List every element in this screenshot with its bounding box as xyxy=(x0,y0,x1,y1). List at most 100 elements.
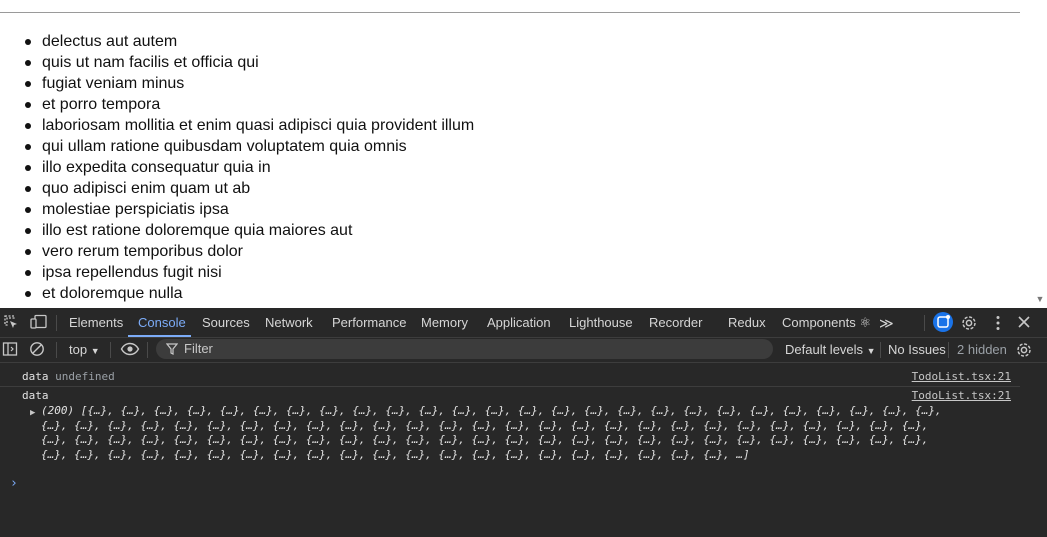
toolbar-divider xyxy=(110,342,111,358)
toolbar-divider xyxy=(147,342,148,358)
todo-title: molestiae perspiciatis ipsa xyxy=(42,201,229,218)
todo-title: illo expedita consequatur quia in xyxy=(42,159,271,176)
array-preview-line: {…}, {…}, {…}, {…}, {…}, {…}, {…}, {…}, … xyxy=(41,433,929,446)
clear-console-icon[interactable] xyxy=(29,341,47,359)
bullet-icon xyxy=(25,291,31,297)
tab-application[interactable]: Application xyxy=(487,308,551,337)
tab-lighthouse[interactable]: Lighthouse xyxy=(569,308,633,337)
todo-title: ipsa repellendus fugit nisi xyxy=(42,264,222,281)
devtools-tabbar: Elements Console Sources Network Perform… xyxy=(0,308,1047,338)
tab-components[interactable]: Components ⚛ xyxy=(782,308,871,337)
issues-button[interactable]: No Issues xyxy=(888,338,946,362)
console-prompt-icon[interactable]: › xyxy=(10,476,18,491)
array-preview-line: {…}, {…}, {…}, {…}, {…}, {…}, {…}, {…}, … xyxy=(41,418,929,432)
tab-elements[interactable]: Elements xyxy=(69,308,123,337)
toolbar-divider xyxy=(56,342,57,358)
more-options-icon[interactable] xyxy=(989,314,1007,332)
device-toolbar-icon[interactable] xyxy=(30,314,48,332)
inspect-element-icon[interactable] xyxy=(3,314,21,332)
page-viewport: delectus aut autem quis ut nam facilis e… xyxy=(0,0,1047,308)
expand-triangle-icon[interactable]: ▶ xyxy=(30,408,35,418)
chevron-down-icon: ▼ xyxy=(90,346,100,356)
filter-funnel-icon xyxy=(165,342,179,359)
sidebar-toggle-icon[interactable] xyxy=(2,341,20,359)
array-preview[interactable]: (200) [{…}, {…}, {…}, {…}, {…}, {…}, {…}… xyxy=(41,404,1016,462)
bullet-icon xyxy=(25,144,31,150)
todo-title: et doloremque nulla xyxy=(42,285,183,302)
settings-gear-icon[interactable] xyxy=(960,314,978,332)
ai-assistant-button[interactable] xyxy=(933,312,953,332)
toolbar-divider xyxy=(948,342,949,358)
console-output: data undefined TodoList.tsx:21 data Todo… xyxy=(0,364,1047,537)
todo-item: ipsa repellendus fugit nisi xyxy=(25,262,474,283)
page-scrollbar[interactable] xyxy=(1033,0,1047,292)
devtools-panel: Elements Console Sources Network Perform… xyxy=(0,308,1047,537)
todo-item: fugiat veniam minus xyxy=(25,73,474,94)
todo-title: quis ut nam facilis et officia qui xyxy=(42,54,259,71)
ai-assistant-icon xyxy=(937,315,950,328)
bullet-icon xyxy=(25,270,31,276)
message-divider xyxy=(0,386,1020,387)
tab-memory[interactable]: Memory xyxy=(421,308,468,337)
tabbar-divider xyxy=(924,315,925,331)
todo-title: laboriosam mollitia et enim quasi adipis… xyxy=(42,117,475,134)
todo-item: illo est ratione doloremque quia maiores… xyxy=(25,220,474,241)
tabbar-divider xyxy=(56,315,57,331)
todo-list: delectus aut autem quis ut nam facilis e… xyxy=(25,31,475,304)
horizontal-rule xyxy=(0,12,1020,13)
message-label: data xyxy=(22,370,49,383)
todo-title: fugiat veniam minus xyxy=(42,75,185,92)
bullet-icon xyxy=(25,60,31,66)
bullet-icon xyxy=(25,102,31,108)
todo-title: et porro tempora xyxy=(42,96,161,113)
bullet-icon xyxy=(25,207,31,213)
array-preview-line: {…}, {…}, {…}, {…}, {…}, {…}, {…}, {…}, … xyxy=(41,447,750,461)
tab-console[interactable]: Console xyxy=(128,308,191,337)
todo-title: quo adipisci enim quam ut ab xyxy=(42,180,251,197)
message-value: undefined xyxy=(55,370,115,383)
todo-item: quis ut nam facilis et officia qui xyxy=(25,52,474,73)
todo-item: quo adipisci enim quam ut ab xyxy=(25,178,474,199)
todo-item: illo expedita consequatur quia in xyxy=(25,157,474,178)
array-preview-line: (200) [{…}, {…}, {…}, {…}, {…}, {…}, {…}… xyxy=(41,404,942,417)
log-levels-dropdown[interactable]: Default levels ▼ xyxy=(785,338,876,363)
todo-title: delectus aut autem xyxy=(42,33,178,50)
bullet-icon xyxy=(25,165,31,171)
tab-performance[interactable]: Performance xyxy=(332,308,406,337)
scroll-down-arrow-icon[interactable]: ▼ xyxy=(1033,292,1047,306)
todo-item: et doloremque nulla xyxy=(25,283,474,304)
todo-title: illo est ratione doloremque quia maiores… xyxy=(42,222,353,239)
tab-sources[interactable]: Sources xyxy=(202,308,250,337)
tab-network[interactable]: Network xyxy=(265,308,313,337)
filter-input[interactable]: Filter xyxy=(156,339,773,359)
bullet-icon xyxy=(25,249,31,255)
more-tabs-button[interactable]: ≫ xyxy=(879,308,894,337)
hidden-messages-count: 2 hidden xyxy=(957,342,1007,357)
console-settings-gear-icon[interactable] xyxy=(1015,341,1033,359)
todo-title: qui ullam ratione quibusdam voluptatem q… xyxy=(42,138,407,155)
active-tab-indicator xyxy=(128,335,191,337)
bullet-icon xyxy=(25,123,31,129)
source-link[interactable]: TodoList.tsx:21 xyxy=(912,370,1011,383)
bullet-icon xyxy=(25,39,31,45)
bullet-icon xyxy=(25,186,31,192)
bullet-icon xyxy=(25,81,31,87)
todo-item: et porro tempora xyxy=(25,94,474,115)
close-devtools-icon[interactable] xyxy=(1016,314,1034,332)
todo-item: molestiae perspiciatis ipsa xyxy=(25,199,474,220)
todo-item: vero rerum temporibus dolor xyxy=(25,241,474,262)
toolbar-divider xyxy=(880,342,881,358)
live-expression-eye-icon[interactable] xyxy=(120,341,140,359)
filter-placeholder: Filter xyxy=(184,341,213,356)
context-selector[interactable]: top ▼ xyxy=(69,338,100,363)
message-label: data xyxy=(22,389,49,402)
source-link[interactable]: TodoList.tsx:21 xyxy=(912,389,1011,402)
todo-title: vero rerum temporibus dolor xyxy=(42,243,243,260)
todo-item: delectus aut autem xyxy=(25,31,474,52)
tab-recorder[interactable]: Recorder xyxy=(649,308,702,337)
chevron-down-icon: ▼ xyxy=(866,346,876,356)
todo-item: qui ullam ratione quibusdam voluptatem q… xyxy=(25,136,474,157)
bullet-icon xyxy=(25,228,31,234)
todo-item: laboriosam mollitia et enim quasi adipis… xyxy=(25,115,475,136)
tab-redux[interactable]: Redux xyxy=(728,308,766,337)
